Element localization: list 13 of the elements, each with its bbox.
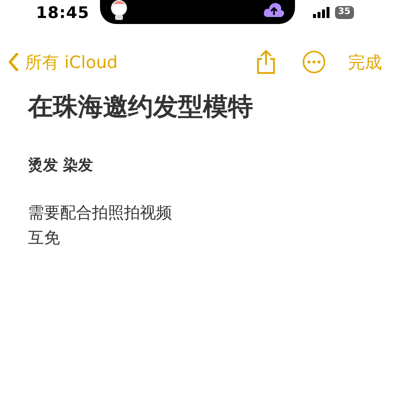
signal-icon (313, 6, 330, 18)
clock-time: 18:45 (36, 2, 90, 22)
note-text-line: 烫发 染发 (28, 155, 94, 176)
note-text-line: 互免 (28, 227, 60, 249)
note-text-line: 需要配合拍照拍视频 (28, 202, 172, 224)
battery-level: 35 (335, 6, 354, 18)
back-link[interactable]: 所有 iCloud (8, 50, 118, 74)
done-button[interactable]: 完成 (348, 50, 382, 74)
more-icon[interactable] (302, 50, 326, 74)
chevron-left-icon (8, 53, 19, 71)
note-title: 在珠海邀约发型模特 (28, 91, 254, 123)
share-icon[interactable] (256, 50, 276, 74)
sticker-icon (110, 0, 128, 21)
